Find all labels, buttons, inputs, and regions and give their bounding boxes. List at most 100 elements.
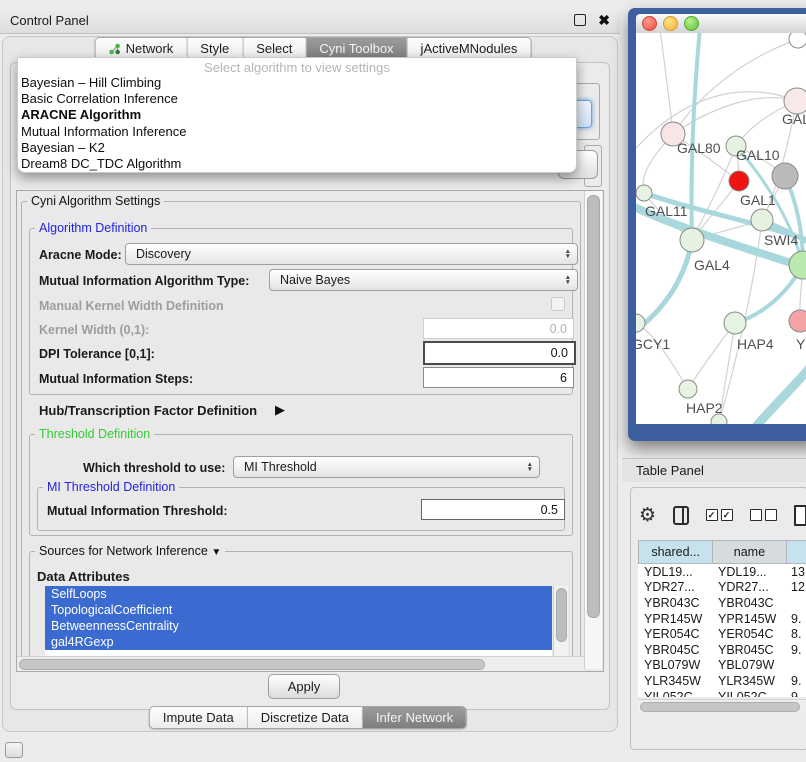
column-header-shared[interactable]: shared... [639,541,713,563]
node-label-gal4: GAL4 [694,257,730,273]
attribute-item-topologicalcoefficient[interactable]: TopologicalCoefficient [45,602,552,618]
table-cell: YER054C [638,627,712,641]
mi-type-combo[interactable]: Naive Bayes ▲▼ [269,269,578,291]
network-node[interactable] [680,228,704,252]
tab-style[interactable]: Style [187,38,243,59]
which-threshold-value: MI Threshold [244,460,317,474]
manual-kernel-label: Manual Kernel Width Definition [39,299,224,313]
table-panel-body: ⚙ ✓✓ shared...name YDL19...YDL19...13YDR… [630,487,806,750]
mode-tab-label: Infer Network [376,710,453,725]
network-node[interactable] [789,310,806,332]
hub-expand-icon[interactable]: ▶ [275,402,285,418]
table-cell: YBR043C [638,596,712,610]
network-node[interactable] [636,185,652,201]
close-icon[interactable]: ✖ [598,12,610,29]
settings-hscrollbar[interactable] [17,656,584,671]
node-label-hap2: HAP2 [686,400,723,416]
window-minimize-icon[interactable] [663,16,678,31]
control-panel-titlebar: Control Panel ✖ [0,7,620,34]
network-canvas[interactable]: GALGAL80GAL10GAL1GAL11SWI4GAL4GCY1HAP4YH… [636,33,806,424]
columns-icon[interactable] [673,506,688,525]
export-table-icon[interactable] [794,505,806,526]
column-header-name[interactable]: name [713,541,786,563]
table-row[interactable]: YDR27...YDR27...12 [638,580,806,596]
tab-network[interactable]: Network [96,38,188,59]
network-node[interactable] [679,380,697,398]
network-edge [688,323,735,389]
table-row[interactable]: YIL052CYIL052C9. [638,689,806,697]
deselect-all-icon[interactable] [750,509,777,521]
gear-icon[interactable]: ⚙ [639,505,656,525]
attribute-item-betweennesscentrality[interactable]: BetweennessCentrality [45,618,552,634]
attribute-item-selfloops[interactable]: SelfLoops [45,586,552,602]
network-node[interactable] [789,33,806,48]
table-toolbar: ⚙ ✓✓ [639,500,806,530]
table-cell: 12 [785,580,806,594]
table-row[interactable]: YBR045CYBR045C9. [638,642,806,658]
table-row[interactable]: YDL19...YDL19...13 [638,564,806,580]
node-label-gcy1: GCY1 [636,336,670,352]
dpi-tolerance-field[interactable]: 0.0 [423,341,576,365]
apply-button[interactable]: Apply [268,674,340,699]
minimized-panel-icon[interactable] [5,742,23,758]
float-window-icon[interactable] [574,14,586,26]
table-cell: YBR043C [712,596,785,610]
attribute-item-gal4rgexp[interactable]: gal4RGexp [45,634,552,650]
hub-definition-label: Hub/Transcription Factor Definition [39,403,257,418]
algorithm-option-basic-correlation-inference[interactable]: Basic Correlation Inference [18,91,576,107]
network-node[interactable] [789,251,806,279]
mi-type-value: Naive Bayes [280,273,350,287]
algorithm-option-dream8-dc-tdc-algorithm[interactable]: Dream8 DC_TDC Algorithm [18,156,576,172]
manual-kernel-checkbox[interactable] [551,297,565,311]
table-row[interactable]: YER054CYER054C8. [638,626,806,642]
table-cell: YBL079W [712,658,785,672]
network-tab-icon [109,43,121,55]
select-all-icon[interactable]: ✓✓ [706,509,733,521]
node-label-swi4: SWI4 [764,232,798,248]
mode-tab-impute-data[interactable]: Impute Data [150,707,248,728]
table-row[interactable]: YLR345WYLR345W9. [638,673,806,689]
settings-vscrollbar[interactable] [584,191,602,669]
algorithm-option-bayesian-hill-climbing[interactable]: Bayesian – Hill Climbing [18,75,576,91]
collapse-icon[interactable]: ▼ [211,547,221,558]
table-row[interactable]: YPR145WYPR145W9. [638,611,806,627]
dpi-tolerance-label: DPI Tolerance [0,1]: [39,347,155,361]
column-header-hidden[interactable] [787,541,806,563]
network-node[interactable] [729,171,749,191]
tab-select[interactable]: Select [243,38,306,59]
mi-threshold-field[interactable]: 0.5 [421,499,565,520]
mode-tab-discretize-data[interactable]: Discretize Data [248,707,363,728]
table-cell: YDR27... [638,580,712,594]
mi-steps-field[interactable]: 6 [423,367,574,388]
table-cell: YER054C [712,627,785,641]
table-row[interactable]: YBR043CYBR043C [638,595,806,611]
mi-threshold-label: Mutual Information Threshold: [47,504,228,518]
tab-label: Cyni Toolbox [319,41,393,56]
network-node[interactable] [636,314,645,332]
algorithm-option-bayesian-k2[interactable]: Bayesian – K2 [18,140,576,156]
network-edge [660,33,673,134]
tab-label: Select [256,41,292,56]
table-cell: YBL079W [638,658,712,672]
tab-label: Network [126,41,174,56]
network-node[interactable] [772,163,798,189]
network-node[interactable] [724,312,746,334]
window-close-icon[interactable] [642,16,657,31]
algorithm-option-mutual-information-inference[interactable]: Mutual Information Inference [18,124,576,140]
kernel-width-field[interactable]: 0.0 [423,318,574,339]
algorithm-option-aracne-algorithm[interactable]: ARACNE Algorithm [18,107,576,123]
table-cell: YDL19... [638,565,712,579]
table-cell: 9. [785,612,806,626]
which-threshold-combo[interactable]: MI Threshold ▲▼ [233,456,540,478]
tab-label: Style [200,41,229,56]
network-node[interactable] [751,209,773,231]
aracne-mode-combo[interactable]: Discovery ▲▼ [125,243,578,265]
mode-tab-infer-network[interactable]: Infer Network [363,707,466,728]
table-panel-titlebar: Table Panel [622,458,806,482]
tab-cyni-toolbox[interactable]: Cyni Toolbox [306,38,407,59]
table-hscrollbar[interactable] [638,699,806,713]
window-zoom-icon[interactable] [684,16,699,31]
node-label-gal: GAL [782,111,806,127]
table-row[interactable]: YBL079WYBL079W [638,658,806,674]
tab-jactivemnodules[interactable]: jActiveMNodules [408,38,531,59]
